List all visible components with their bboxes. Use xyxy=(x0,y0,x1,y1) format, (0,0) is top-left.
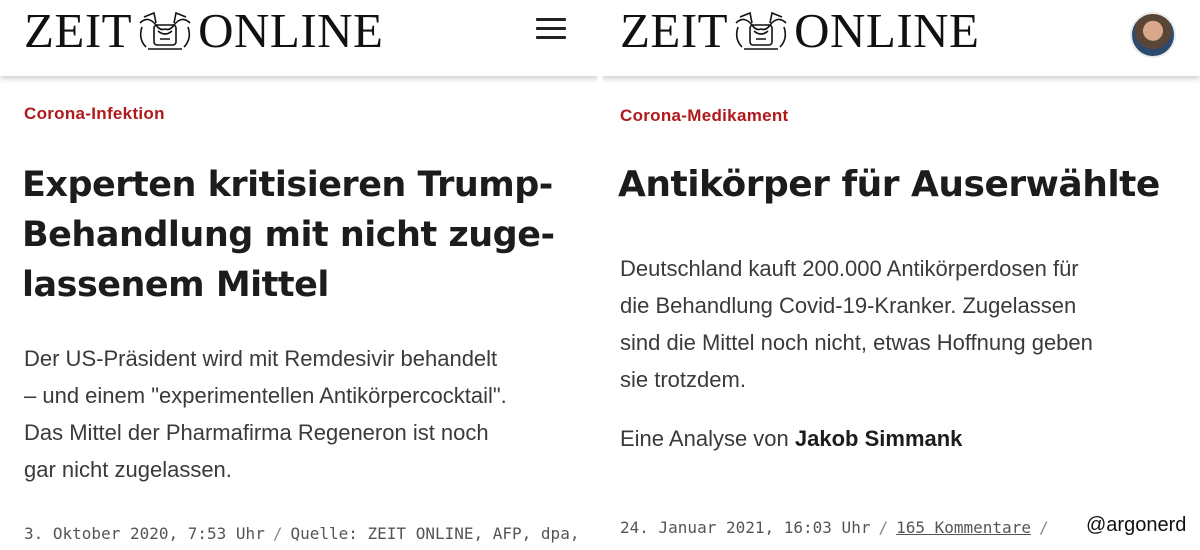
site-header: ZEIT ONLINE xyxy=(0,0,598,76)
article-summary: Der US-Präsident wird mit Remdesivir beh… xyxy=(24,340,584,488)
zeit-online-logo[interactable]: ZEIT ONLINE xyxy=(24,6,383,55)
watermark-handle: @argonerd xyxy=(1080,514,1195,539)
logo-text-online: ONLINE xyxy=(794,3,980,58)
summary-line: – und einem "experimentellen Antikörperc… xyxy=(24,383,507,408)
meta-separator: / xyxy=(272,524,283,543)
article-source: Quelle: ZEIT ONLINE, AFP, dpa, xyxy=(290,524,580,543)
article-byline: Eine Analyse von Jakob Simmank xyxy=(620,426,962,452)
summary-line: Der US-Präsident wird mit Remdesivir beh… xyxy=(24,346,498,371)
user-avatar-icon[interactable] xyxy=(1130,12,1176,58)
logo-text-zeit: ZEIT xyxy=(24,3,133,58)
article-kicker[interactable]: Corona-Medikament xyxy=(620,106,789,126)
publish-date: 24. Januar 2021, 16:03 Uhr xyxy=(620,518,871,537)
menu-bar xyxy=(536,27,566,30)
summary-line: sind die Mittel noch nicht, etwas Hoffnu… xyxy=(620,330,1093,355)
headline-line: lassenem Mittel xyxy=(22,265,329,305)
right-article-panel: ZEIT ONLINE Corona-Medikament Antikörper… xyxy=(602,0,1200,550)
headline-line: Experten kritisieren Trump- xyxy=(22,165,553,205)
publish-date: 3. Oktober 2020, 7:53 Uhr xyxy=(24,524,265,543)
eagle-crest-icon xyxy=(735,11,787,50)
logo-text-zeit: ZEIT xyxy=(620,3,729,58)
logo-text-online: ONLINE xyxy=(198,3,384,58)
meta-separator: / xyxy=(1038,518,1049,537)
meta-separator: / xyxy=(878,518,889,537)
summary-line: die Behandlung Covid-19-Kranker. Zugelas… xyxy=(620,293,1077,318)
summary-line: gar nicht zugelassen. xyxy=(24,457,232,482)
article-headline[interactable]: Antikörper für Auserwählte xyxy=(618,160,1188,210)
comments-link[interactable]: 165 Kommentare xyxy=(896,518,1031,537)
article-kicker[interactable]: Corona-Infektion xyxy=(24,104,165,124)
left-article-panel: ZEIT ONLINE Corona-Infektion Experten kr… xyxy=(0,0,598,550)
author-link[interactable]: Jakob Simmank xyxy=(795,426,963,451)
headline-line: Behandlung mit nicht zuge- xyxy=(22,215,555,255)
summary-line: sie trotzdem. xyxy=(620,367,746,392)
menu-bar xyxy=(536,18,566,21)
article-summary: Deutschland kauft 200.000 Antikörperdose… xyxy=(620,250,1180,398)
article-meta: 3. Oktober 2020, 7:53 Uhr / Quelle: ZEIT O… xyxy=(24,524,579,543)
summary-line: Deutschland kauft 200.000 Antikörperdose… xyxy=(620,256,1079,281)
article-meta: 24. Januar 2021, 16:03 Uhr / 165 Kommentar… xyxy=(620,518,1057,537)
summary-line: Das Mittel der Pharmafirma Regeneron ist… xyxy=(24,420,489,445)
menu-bar xyxy=(536,36,566,39)
eagle-crest-icon xyxy=(139,11,191,50)
byline-prefix: Eine Analyse von xyxy=(620,426,789,451)
site-header: ZEIT ONLINE xyxy=(602,0,1200,76)
article-headline[interactable]: Experten kritisieren Trump- Behandlung m… xyxy=(22,160,582,310)
hamburger-menu-icon[interactable] xyxy=(536,18,566,40)
zeit-online-logo[interactable]: ZEIT ONLINE xyxy=(620,6,979,55)
